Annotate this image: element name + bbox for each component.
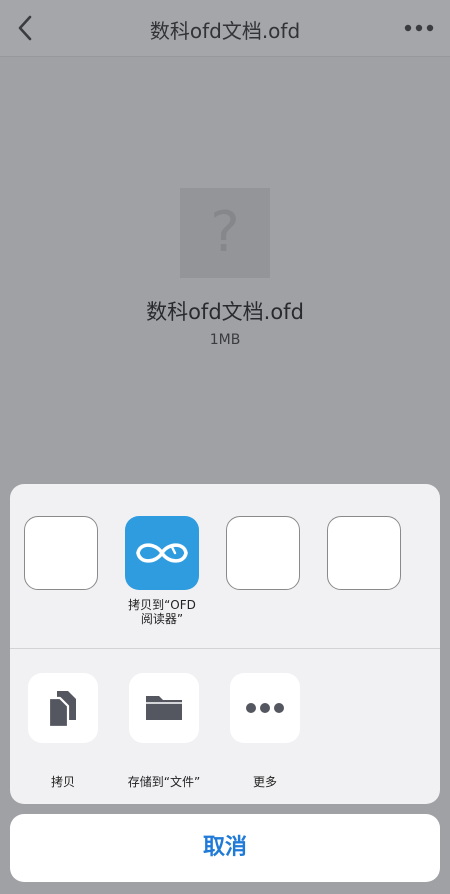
blank-app-icon: [226, 516, 300, 590]
share-app-ofd-reader[interactable]: 拷贝到“OFD 阅读器”: [125, 516, 199, 626]
copy-action-tile: [28, 673, 98, 743]
ofd-reader-app-icon: [125, 516, 199, 590]
share-app-3[interactable]: [226, 516, 300, 598]
share-sheet: 拷贝到“OFD 阅读器” 拷贝 存储到“文件” 更多: [10, 484, 440, 804]
blank-app-icon: [327, 516, 401, 590]
share-app-row: 拷贝到“OFD 阅读器”: [10, 484, 440, 648]
share-app-1[interactable]: [24, 516, 98, 598]
ellipsis-icon: [246, 703, 284, 713]
save-to-files-tile: [129, 673, 199, 743]
screen: 数科ofd文档.ofd ? 数科ofd文档.ofd 1MB 拷贝到“OFD 阅读…: [0, 0, 450, 894]
copy-action[interactable]: 拷贝: [28, 673, 98, 789]
more-action-label: 更多: [252, 775, 277, 789]
folder-icon: [146, 696, 182, 720]
blank-app-icon: [24, 516, 98, 590]
more-action[interactable]: 更多: [230, 673, 300, 789]
more-action-tile: [230, 673, 300, 743]
copy-icon: [47, 691, 76, 729]
save-to-files-action[interactable]: 存储到“文件”: [128, 673, 200, 789]
share-app-label: 拷贝到“OFD 阅读器”: [128, 598, 196, 626]
cancel-button[interactable]: 取消: [10, 814, 440, 882]
share-app-4[interactable]: [327, 516, 401, 598]
share-action-row: 拷贝 存储到“文件” 更多: [10, 649, 440, 804]
infinity-icon: [136, 543, 188, 563]
